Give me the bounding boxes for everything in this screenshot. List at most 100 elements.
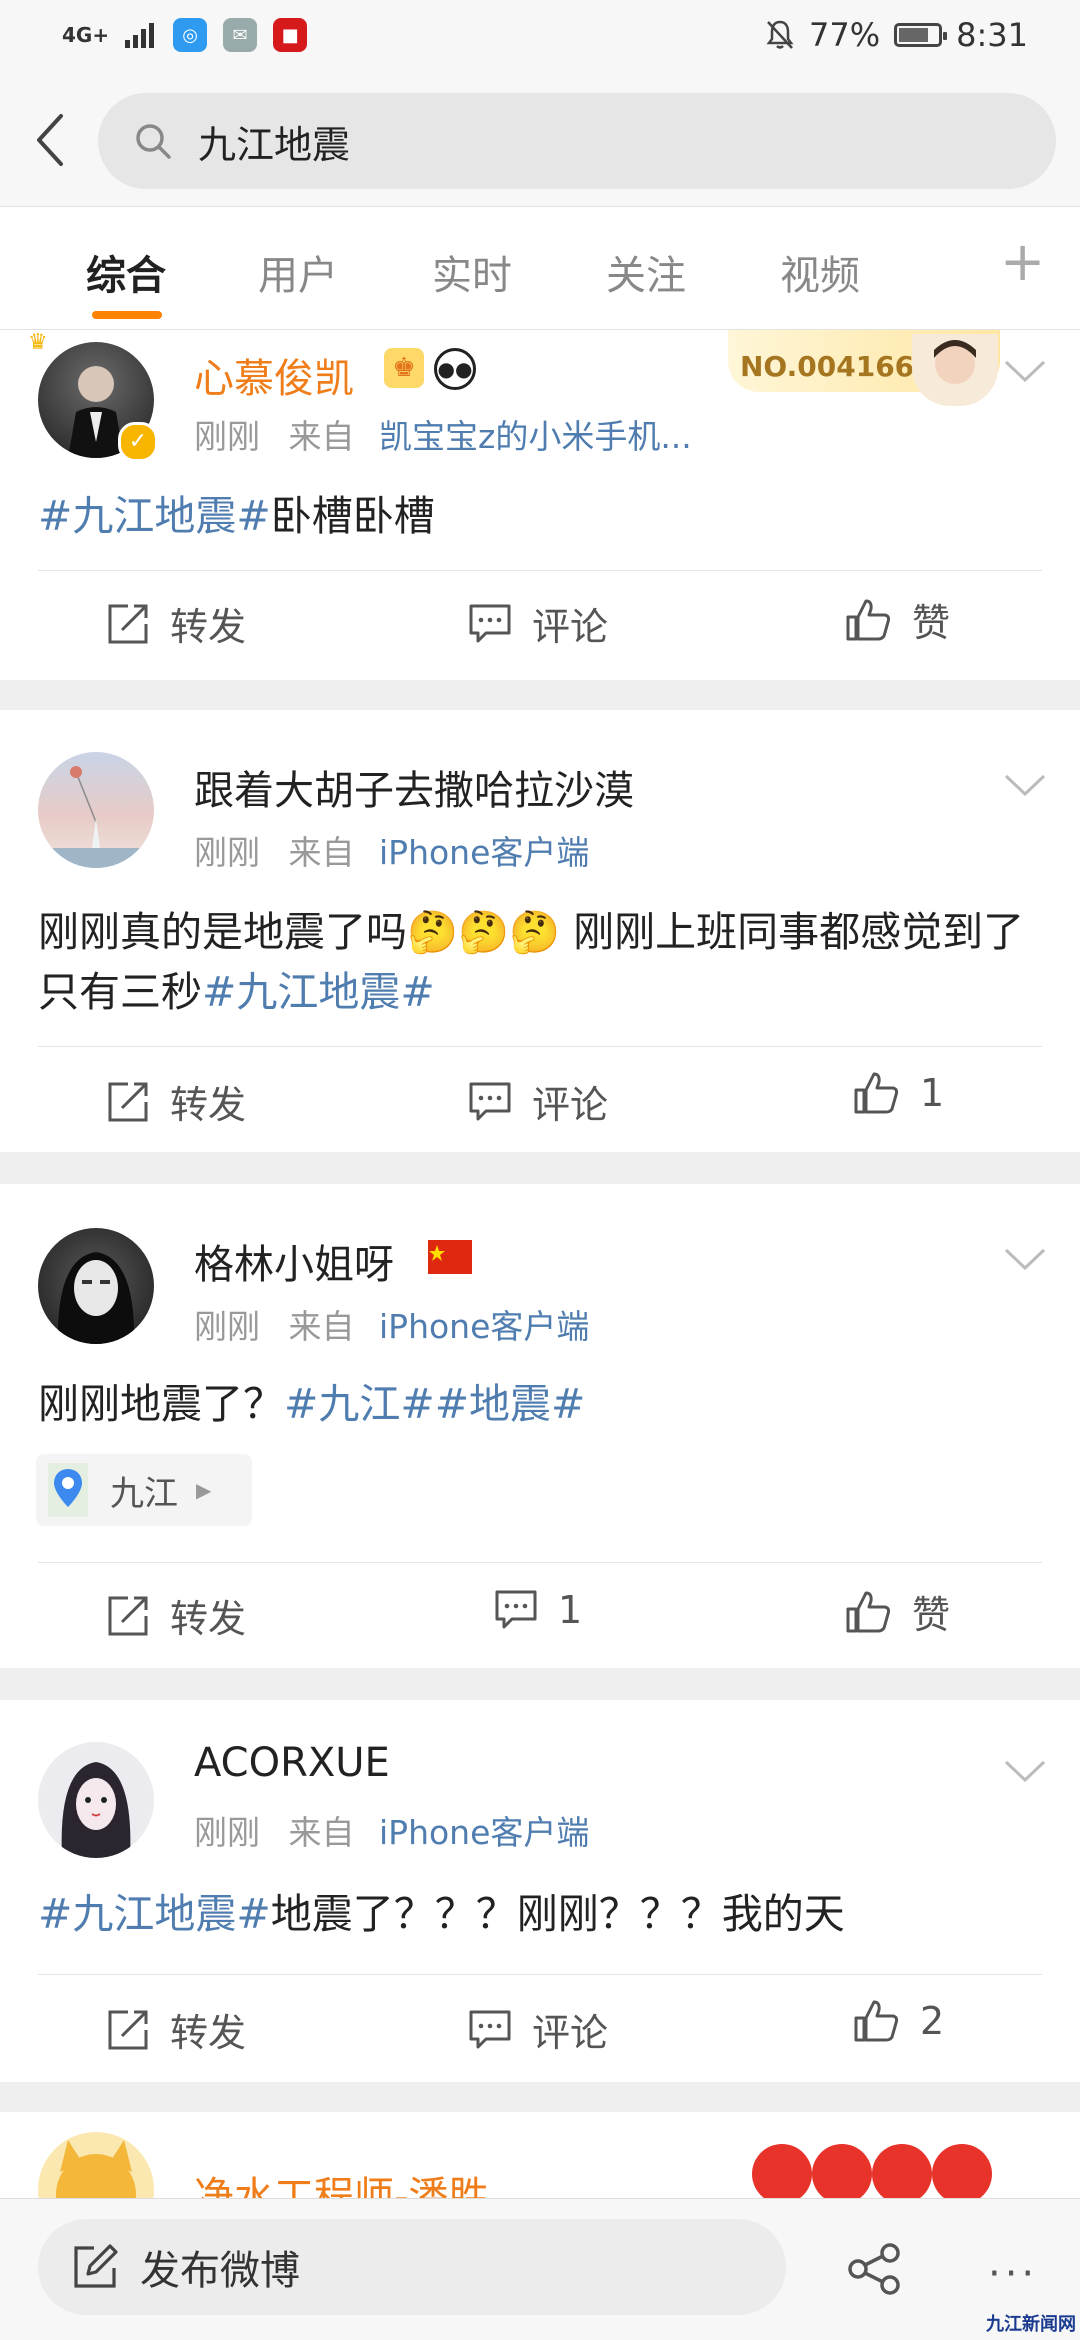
browser-app-icon: ◎ [173, 18, 208, 52]
like-label: 赞 [912, 1593, 951, 1637]
more-options-button[interactable]: ··· [988, 2251, 1038, 2297]
edit-icon [74, 2244, 118, 2288]
chevron-down-icon[interactable] [1002, 356, 1048, 386]
add-tab-button[interactable]: + [1000, 235, 1045, 289]
like-button[interactable]: 2 [852, 1998, 944, 2044]
thumbs-up-icon [846, 599, 891, 640]
chevron-right-icon: ▶ [196, 1478, 212, 1502]
tab-video[interactable]: 视频 [780, 243, 860, 301]
repost-button[interactable]: 转发 [106, 596, 246, 651]
avatar[interactable] [38, 1228, 154, 1344]
post-card[interactable]: 净水工程师-潘胜 [0, 2112, 1080, 2198]
post-from-label: 来自 [288, 1813, 355, 1852]
search-query-text: 九江地震 [198, 122, 351, 167]
divider [38, 570, 1042, 571]
back-button[interactable] [22, 108, 78, 172]
divider [38, 1046, 1042, 1047]
post-content: #九江地震#地震了？？？刚刚？？？我的天 [38, 1884, 1048, 1944]
battery-icon [894, 23, 948, 47]
avatar[interactable] [38, 752, 154, 868]
post-text: 卧槽卧槽 [270, 492, 435, 540]
post-card[interactable]: ✓ ♛ 心慕俊凯 ♚ ●● NO.0041669 刚刚 来自 凯宝宝z的小米手机… [0, 330, 1080, 680]
post-time: 刚刚 [194, 1813, 260, 1852]
like-label: 赞 [912, 601, 951, 645]
post-card[interactable]: 格林小姐呀 刚刚 来自 iPhone客户端 刚刚地震了？#九江##地震# 九江 … [0, 1184, 1080, 1668]
username[interactable]: 心慕俊凯 [194, 346, 354, 404]
chevron-down-icon[interactable] [1002, 1244, 1048, 1274]
repost-icon [108, 2010, 148, 2049]
repost-label: 转发 [170, 1597, 247, 1641]
divider [38, 1562, 1042, 1563]
like-button[interactable]: 赞 [844, 1584, 950, 1639]
repost-button[interactable]: 转发 [106, 1074, 246, 1129]
thumbs-up-icon [854, 1072, 899, 1114]
avatar[interactable] [38, 1742, 154, 1858]
status-bar: 4G+ ◎ ✉ ■ 77% 8:31 [0, 0, 1080, 78]
comment-button[interactable]: 评论 [468, 2002, 608, 2057]
share-icon[interactable] [846, 2243, 902, 2295]
china-flag-icon [428, 1240, 472, 1274]
post-from-label: 来自 [288, 417, 355, 456]
like-count: 2 [920, 1999, 945, 2043]
news-app-icon: ■ [273, 18, 308, 52]
hashtag-link[interactable]: #九江地震# [202, 968, 435, 1016]
comment-icon [469, 604, 511, 642]
verified-badge-icon: ✓ [118, 422, 158, 462]
location-card[interactable]: 九江 ▶ [36, 1454, 252, 1526]
compose-button[interactable]: 发布微博 [38, 2219, 786, 2315]
tab-users[interactable]: 用户 [258, 243, 338, 301]
compose-label: 发布微博 [140, 2248, 300, 2294]
username[interactable]: ACORXUE [194, 1740, 390, 1786]
post-meta: 刚刚 来自 iPhone客户端 [194, 826, 589, 874]
comment-icon [469, 2010, 511, 2048]
like-button[interactable]: 1 [852, 1070, 944, 1116]
bottom-bar: 发布微博 ··· [0, 2198, 1080, 2340]
post-card[interactable]: 跟着大胡子去撒哈拉沙漠 刚刚 来自 iPhone客户端 刚刚真的是地震了吗🤔🤔🤔… [0, 710, 1080, 1152]
post-source[interactable]: 凯宝宝z的小米手机... [379, 417, 692, 456]
hashtag-link[interactable]: #九江地震# [38, 492, 271, 540]
battery-percent: 77% [809, 16, 881, 54]
search-tabs: 综合 用户 实时 关注 视频 + [0, 206, 1080, 330]
username[interactable]: 跟着大胡子去撒哈拉沙漠 [194, 758, 634, 816]
post-card[interactable]: ACORXUE 刚刚 来自 iPhone客户端 #九江地震#地震了？？？刚刚？？… [0, 1700, 1080, 2082]
comment-label: 评论 [532, 2011, 609, 2055]
repost-button[interactable]: 转发 [106, 2002, 246, 2057]
map-pin-icon [48, 1463, 88, 1517]
chevron-down-icon[interactable] [1002, 1756, 1048, 1786]
repost-label: 转发 [170, 1083, 247, 1127]
post-content: 刚刚真的是地震了吗🤔🤔🤔 刚刚上班同事都感觉到了 只有三秒#九江地震# [38, 902, 1048, 1022]
hashtag-link[interactable]: #九江##地震# [284, 1380, 585, 1428]
comment-button[interactable]: 1 [494, 1588, 582, 1632]
like-button[interactable]: 赞 [844, 592, 950, 647]
post-text: 刚刚真的是地震了吗🤔🤔🤔 刚刚上班同事都感觉到了 只有三秒 [38, 908, 1025, 1016]
comment-button[interactable]: 评论 [468, 596, 608, 651]
tab-following[interactable]: 关注 [606, 243, 686, 301]
avatar[interactable] [38, 2132, 154, 2198]
divider [38, 1974, 1042, 1975]
comment-button[interactable]: 评论 [468, 1074, 608, 1129]
post-content: #九江地震#卧槽卧槽 [38, 486, 1048, 546]
mute-bell-icon [766, 20, 794, 49]
post-content: 刚刚地震了？#九江##地震# [38, 1374, 1048, 1434]
username[interactable]: 净水工程师-潘胜 [194, 2164, 488, 2198]
post-source[interactable]: iPhone客户端 [379, 1307, 589, 1346]
repost-icon [108, 604, 148, 643]
post-time: 刚刚 [194, 1307, 260, 1346]
tab-realtime[interactable]: 实时 [432, 243, 512, 301]
chevron-down-icon[interactable] [1002, 770, 1048, 800]
search-input[interactable]: 九江地震 [98, 93, 1056, 189]
post-source[interactable]: iPhone客户端 [379, 1813, 589, 1852]
post-source[interactable]: iPhone客户端 [379, 833, 589, 872]
post-meta: 刚刚 来自 iPhone客户端 [194, 1806, 589, 1854]
thumbs-up-icon [854, 2000, 899, 2042]
username[interactable]: 格林小姐呀 [194, 1232, 394, 1290]
post-from-label: 来自 [288, 833, 355, 872]
repost-button[interactable]: 转发 [106, 1588, 246, 1643]
post-meta: 刚刚 来自 iPhone客户端 [194, 1300, 589, 1348]
post-text: 刚刚地震了？ [38, 1380, 284, 1428]
location-name: 九江 [110, 1473, 178, 1514]
search-header: 九江地震 [0, 78, 1080, 206]
back-arrow-icon [37, 114, 63, 166]
tab-comprehensive[interactable]: 综合 [86, 243, 166, 301]
hashtag-link[interactable]: #九江地震# [38, 1890, 271, 1938]
